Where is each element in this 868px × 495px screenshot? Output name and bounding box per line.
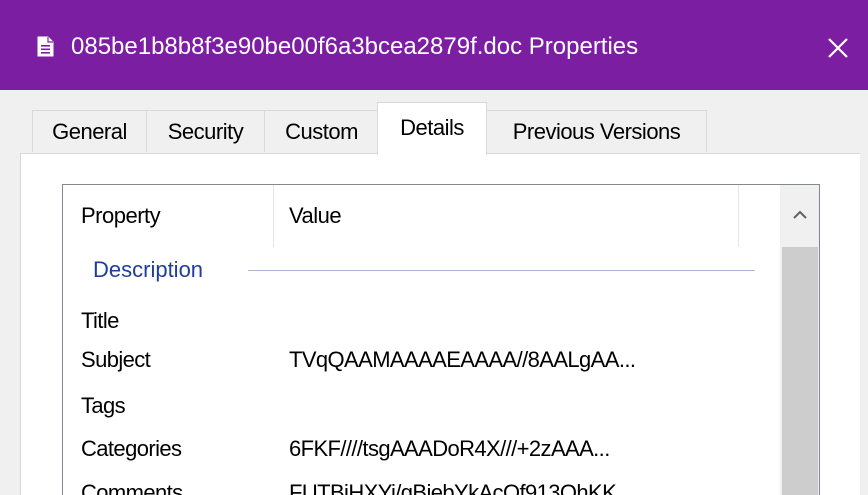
tab-previous-versions[interactable]: Previous Versions — [486, 110, 707, 152]
tab-details[interactable]: Details — [377, 102, 487, 155]
chevron-up-icon — [793, 210, 807, 219]
close-icon — [828, 38, 848, 58]
scroll-thumb[interactable] — [782, 247, 818, 495]
group-header-description[interactable]: Description — [93, 255, 203, 285]
column-header-property[interactable]: Property — [81, 185, 271, 247]
tab-security[interactable]: Security — [146, 110, 265, 152]
group-divider — [248, 270, 755, 271]
property-value: 6FKF////tsgAAADoR4X///+2zAAA... — [289, 436, 610, 461]
table-row[interactable]: Tags — [63, 388, 783, 424]
window-title: 085be1b8b8f3e90be00f6a3bcea2879f.doc Pro… — [71, 33, 639, 60]
property-name: Comments — [81, 480, 183, 495]
property-value: TVqQAAMAAAAEAAAA//8AALgAA... — [289, 347, 636, 372]
vertical-scrollbar[interactable] — [780, 185, 819, 495]
property-name: Categories — [81, 436, 182, 461]
table-row[interactable]: Title — [63, 303, 783, 339]
properties-list[interactable]: Property Value Description Title Subject… — [62, 184, 820, 495]
column-header-value[interactable]: Value — [289, 185, 739, 247]
table-row[interactable]: Subject TVqQAAMAAAAEAAAA//8AALgAA... — [63, 342, 783, 378]
tab-general[interactable]: General — [32, 110, 147, 152]
table-row[interactable]: Comments FUTBiHXYi/gBjebYkAcOf913QhKK... — [63, 475, 783, 495]
tab-custom[interactable]: Custom — [264, 110, 379, 152]
document-icon — [37, 36, 54, 57]
scroll-up-button[interactable] — [780, 185, 819, 245]
close-button[interactable] — [808, 18, 868, 78]
property-value: FUTBiHXYi/gBjebYkAcOf913QhKK... — [289, 480, 633, 495]
title-bar: 085be1b8b8f3e90be00f6a3bcea2879f.doc Pro… — [0, 0, 868, 90]
property-name: Tags — [81, 393, 126, 418]
property-name: Title — [81, 308, 119, 333]
property-name: Subject — [81, 347, 151, 372]
table-row[interactable]: Categories 6FKF////tsgAAADoR4X///+2zAAA.… — [63, 431, 783, 467]
column-separator[interactable] — [738, 185, 739, 247]
column-separator[interactable] — [273, 185, 274, 247]
